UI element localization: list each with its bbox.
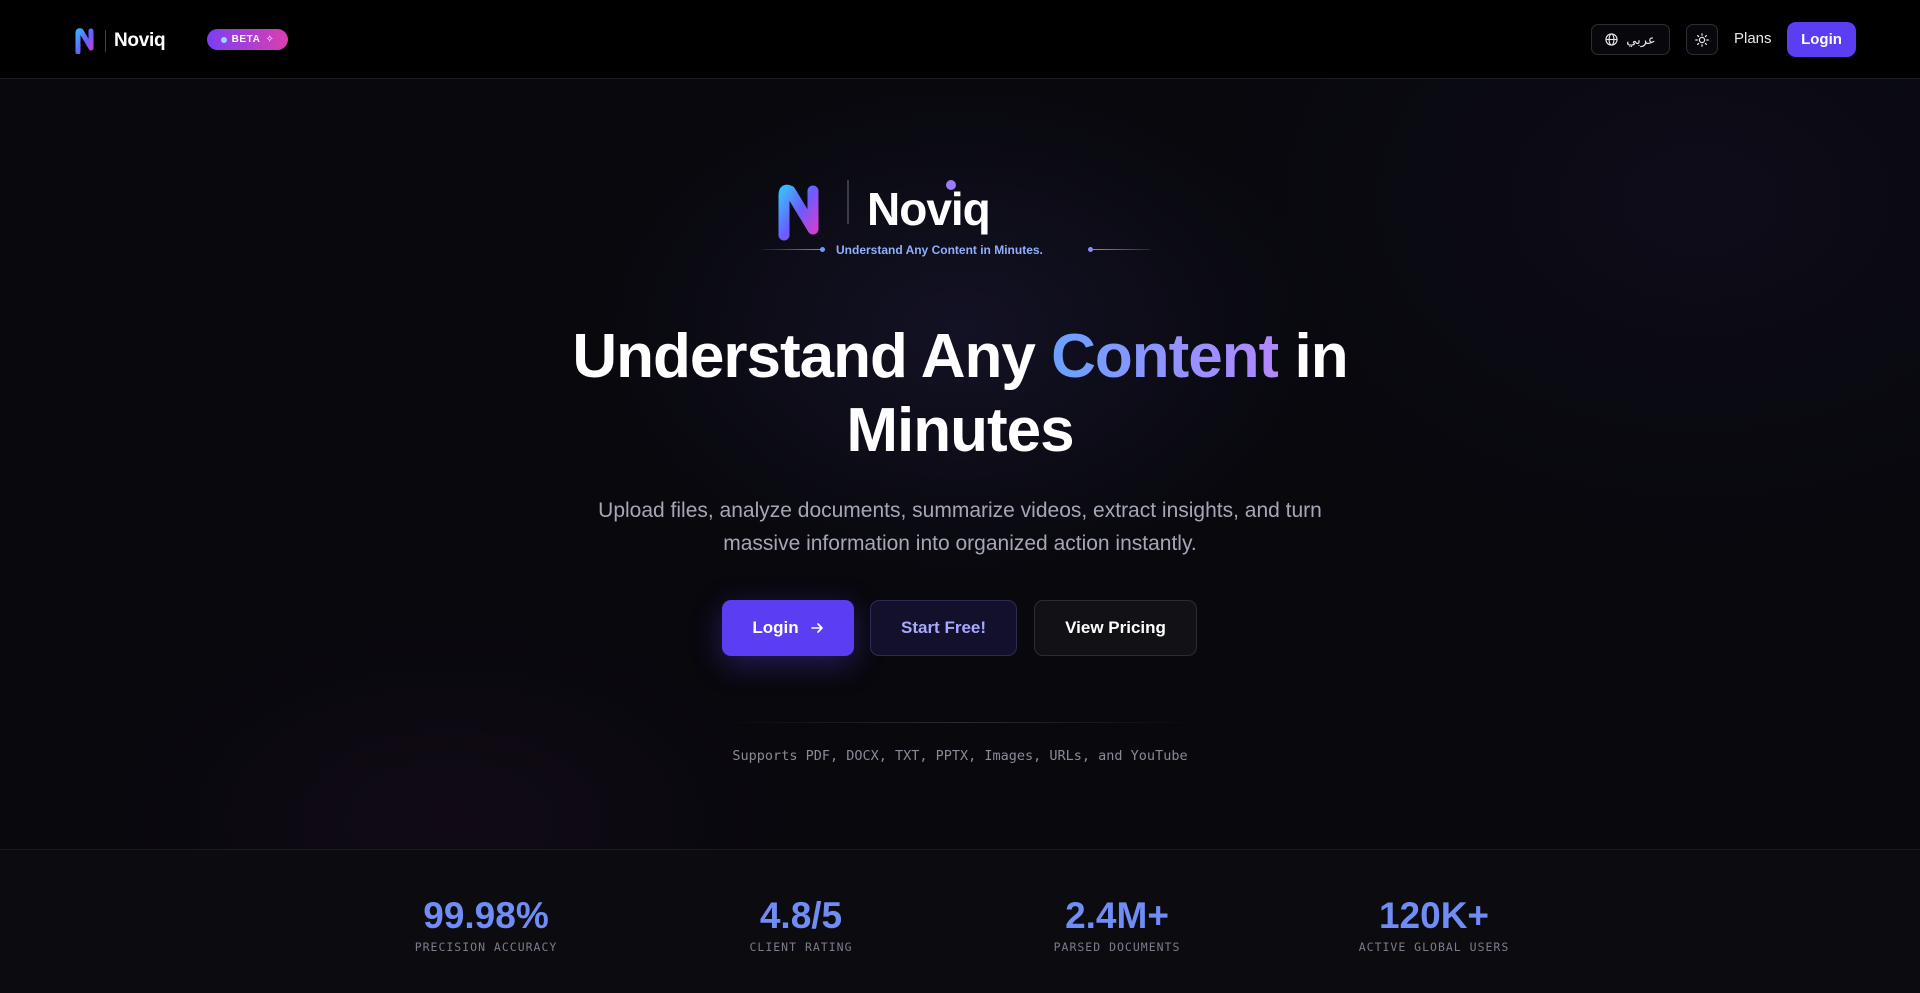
supports-divider (720, 722, 1200, 723)
globe-icon (1605, 33, 1618, 46)
headline-accent: Content (1051, 322, 1279, 391)
sparkle-icon: ✧ (265, 34, 275, 45)
hero-tagline: Understand Any Content in Minutes. (836, 243, 1043, 257)
beta-badge: BETA ✧ (207, 29, 288, 50)
stat-label: PARSED DOCUMENTS (1053, 940, 1181, 954)
nav-login-button[interactable]: Login (1787, 22, 1856, 57)
headline-part-1: Understand Any (572, 322, 1052, 391)
plans-link[interactable]: Plans (1734, 30, 1772, 47)
logo-accent-dot (946, 180, 956, 190)
stat-label: CLIENT RATING (749, 940, 853, 954)
hero-subtitle: Upload files, analyze documents, summari… (598, 499, 1322, 555)
beta-dot (220, 36, 227, 43)
brand-divider (105, 30, 106, 52)
hero-headline: Understand Any Content in Minutes (460, 320, 1460, 468)
logo-mark-icon (75, 28, 94, 54)
language-label: عربي (1626, 31, 1656, 47)
tagline-dot-left (820, 247, 825, 252)
stats-section: 99.98% PRECISION ACCURACY 4.8/5 CLIENT R… (0, 849, 1920, 993)
stat-label: ACTIVE GLOBAL USERS (1358, 940, 1510, 954)
nav-brand[interactable]: Noviq (74, 28, 166, 54)
tagline-line-left (762, 249, 822, 250)
hero-login-button[interactable]: Login (722, 600, 854, 656)
logo-divider (847, 180, 849, 224)
stat-value: 120K+ (1378, 895, 1490, 936)
stat-value: 4.8/5 (759, 895, 843, 936)
language-switch-button[interactable]: عربي (1591, 24, 1670, 55)
beta-label: BETA (231, 34, 261, 45)
supported-formats-text: Supports PDF, DOCX, TXT, PPTX, Images, U… (732, 748, 1188, 764)
hero-logo-name: Noviq (867, 183, 991, 235)
sun-icon (1695, 32, 1709, 47)
stat-label: PRECISION ACCURACY (414, 940, 558, 954)
stat-precision: 99.98% PRECISION ACCURACY (366, 895, 606, 955)
brand-name: Noviq (114, 30, 166, 51)
theme-toggle-button[interactable] (1686, 24, 1718, 55)
hero-login-label: Login (752, 618, 799, 637)
stat-documents: 2.4M+ PARSED DOCUMENTS (997, 895, 1237, 955)
tagline-row: Understand Any Content in Minutes. (762, 241, 1152, 259)
logo-mark-icon (778, 184, 819, 241)
stat-value: 99.98% (423, 895, 549, 936)
arrow-right-icon (810, 623, 823, 633)
view-pricing-button[interactable]: View Pricing (1034, 600, 1197, 656)
tagline-line-right (1090, 249, 1150, 250)
stat-value: 2.4M+ (1065, 895, 1169, 936)
hero-logo: Noviq (775, 180, 991, 242)
stat-users: 120K+ ACTIVE GLOBAL USERS (1314, 895, 1554, 955)
start-free-button[interactable]: Start Free! (870, 600, 1017, 656)
top-navbar: Noviq BETA ✧ عربي Plans Login (0, 0, 1920, 79)
stat-rating: 4.8/5 CLIENT RATING (681, 895, 921, 955)
